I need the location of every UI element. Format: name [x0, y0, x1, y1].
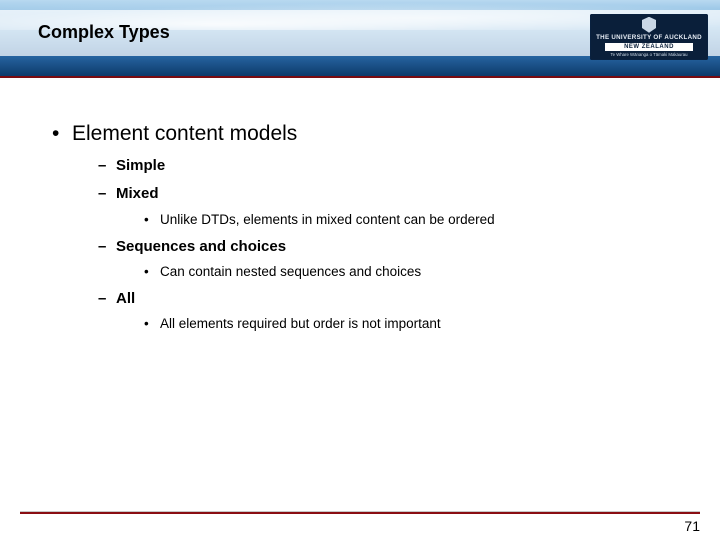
footer-divider — [20, 511, 700, 514]
bullet-level3: Can contain nested sequences and choices — [144, 263, 668, 281]
page-number: 71 — [684, 518, 700, 534]
bullet-level1: Element content models — [52, 122, 668, 146]
slide-title: Complex Types — [38, 22, 170, 43]
bullet-level3: Unlike DTDs, elements in mixed content c… — [144, 211, 668, 229]
bullet-level2: All — [98, 289, 668, 309]
logo-band: NEW ZEALAND — [605, 43, 693, 51]
header-bar: Complex Types THE UNIVERSITY OF AUCKLAND… — [0, 0, 720, 76]
crest-icon — [642, 17, 656, 33]
bullet-level2: Simple — [98, 156, 668, 176]
bullet-level2: Sequences and choices — [98, 237, 668, 257]
slide: { "header": { "title": "Complex Types", … — [0, 0, 720, 540]
logo-maori: Te Whare Wānanga o Tāmaki Makaurau — [610, 53, 687, 57]
header-divider — [0, 76, 720, 78]
logo-line1: THE UNIVERSITY OF AUCKLAND — [596, 35, 702, 41]
bullet-level2: Mixed — [98, 184, 668, 204]
university-logo: THE UNIVERSITY OF AUCKLAND NEW ZEALAND T… — [590, 14, 708, 60]
bullet-level3: All elements required but order is not i… — [144, 315, 668, 333]
content-area: Element content models Simple Mixed Unli… — [0, 122, 720, 336]
